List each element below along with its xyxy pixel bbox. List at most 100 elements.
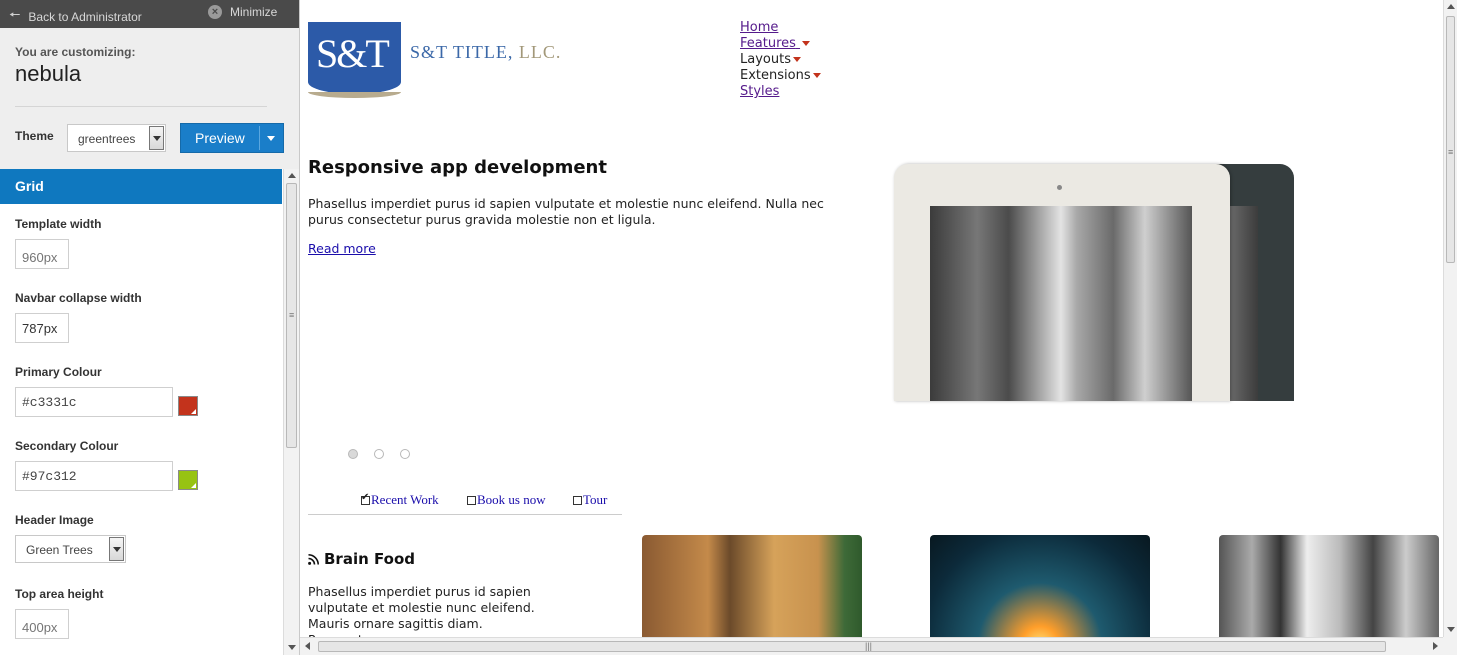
brain-food-label: Brain Food	[324, 550, 415, 568]
theme-label: Theme	[15, 129, 54, 143]
grid-section-header[interactable]: Grid	[0, 169, 282, 204]
close-circle-icon: ×	[208, 5, 222, 19]
tabs-divider	[308, 514, 622, 515]
top-area-height-input[interactable]	[15, 609, 69, 639]
sidebar-scrollbar[interactable]: ≡	[283, 169, 299, 655]
hero-title: Responsive app development	[308, 157, 607, 178]
grip-icon: ≡	[289, 310, 295, 320]
scroll-up-icon[interactable]	[1447, 4, 1455, 9]
site-logo[interactable]: S&T	[308, 22, 401, 98]
scrollbar-thumb[interactable]: ≡	[286, 183, 297, 448]
nav-item-layouts[interactable]: Layouts	[740, 52, 821, 68]
template-width-input[interactable]	[15, 239, 69, 269]
minimize-label: Minimize	[230, 5, 278, 19]
scroll-down-icon[interactable]	[1447, 627, 1455, 632]
nav-label: Extensions	[740, 68, 811, 83]
navbar-collapse-label: Navbar collapse width	[15, 291, 142, 305]
theme-select-value: greentrees	[78, 132, 136, 146]
nav-item-extensions[interactable]: Extensions	[740, 68, 821, 84]
nav-label: Layouts	[740, 52, 791, 67]
tablet-mockup-image	[894, 164, 1294, 401]
logo-band	[308, 92, 401, 98]
nav-item-styles[interactable]: Styles	[740, 84, 821, 100]
arrow-left-icon: 🠔	[9, 7, 21, 22]
company-name-main: S&T TITLE,	[410, 42, 514, 62]
button-divider	[259, 126, 260, 150]
customizing-label: You are customizing:	[15, 45, 136, 59]
preview-button[interactable]: Preview	[180, 123, 284, 153]
customizing-info: You are customizing: nebula	[0, 28, 299, 107]
template-name: nebula	[15, 61, 82, 86]
company-name: S&T TITLE, LLC.	[410, 42, 561, 63]
preview-horizontal-scrollbar[interactable]: |||	[300, 637, 1443, 655]
logo-monogram: S&T	[316, 31, 390, 76]
grip-icon: |||	[865, 641, 873, 651]
scrollbar-corner	[1443, 637, 1457, 655]
primary-colour-swatch[interactable]	[178, 396, 198, 416]
divider	[15, 106, 267, 107]
chevron-down-icon[interactable]	[109, 537, 124, 561]
scroll-right-icon[interactable]	[1433, 642, 1438, 650]
back-to-admin-link[interactable]: 🠔 Back to Administrator	[9, 6, 142, 28]
header-image-value: Green Trees	[26, 543, 93, 557]
back-label: Back to Administrator	[28, 10, 142, 24]
secondary-colour-input[interactable]: #97c312	[15, 461, 173, 491]
tab-recent-work[interactable]: Recent Work	[361, 492, 439, 508]
checkbox-checked-icon	[361, 492, 370, 505]
scroll-down-icon[interactable]	[288, 645, 296, 650]
sidebar-topbar: 🠔 Back to Administrator × Minimize	[0, 0, 299, 28]
hero-text: Phasellus imperdiet purus id sapien vulp…	[308, 196, 824, 227]
settings-panel: Grid Template width Navbar collapse widt…	[0, 169, 299, 655]
main-nav: Home Features Layouts Extensions Styles	[740, 20, 821, 100]
tab-label: Book us now	[477, 492, 546, 507]
navbar-collapse-input[interactable]: 787px	[15, 313, 69, 343]
tab-book-us-now[interactable]: Book us now	[467, 492, 546, 508]
top-area-height-label: Top area height	[15, 587, 104, 601]
theme-select[interactable]: greentrees	[67, 124, 166, 152]
brain-food-text: Phasellus imperdiet purus id sapien vulp…	[308, 584, 535, 637]
scroll-left-icon[interactable]	[305, 642, 310, 650]
slider-dot[interactable]	[400, 449, 410, 459]
rss-icon	[308, 553, 319, 565]
read-more-link[interactable]: Read more	[308, 241, 376, 256]
chevron-down-icon[interactable]	[149, 126, 164, 150]
preview-vertical-scrollbar[interactable]: ≡	[1443, 0, 1457, 637]
header-image-label: Header Image	[15, 513, 94, 527]
tablet-screen-photo	[930, 206, 1192, 401]
tablet-front	[894, 164, 1230, 401]
nav-item-features[interactable]: Features	[740, 36, 821, 52]
slider-dot[interactable]	[348, 449, 358, 459]
checkbox-icon	[573, 495, 582, 505]
header-image-select[interactable]: Green Trees	[15, 535, 126, 563]
tablet-back-screen	[1230, 206, 1258, 401]
nav-item-home[interactable]: Home	[740, 20, 821, 36]
grip-icon: ≡	[1448, 147, 1454, 157]
tab-tour[interactable]: Tour	[573, 492, 607, 508]
gallery-image-street-bw[interactable]	[1219, 535, 1439, 637]
tab-label: Tour	[583, 492, 608, 507]
checkbox-icon	[467, 495, 476, 505]
nav-label: Features	[740, 36, 796, 51]
scrollbar-thumb[interactable]: ≡	[1446, 16, 1455, 263]
slider-dot[interactable]	[374, 449, 384, 459]
gallery-image-street[interactable]	[642, 535, 862, 637]
template-width-label: Template width	[15, 217, 102, 231]
secondary-colour-label: Secondary Colour	[15, 439, 119, 453]
tab-label: Recent Work	[371, 492, 439, 507]
caret-down-icon[interactable]	[267, 136, 275, 141]
theme-row: Theme greentrees Preview	[15, 123, 285, 153]
primary-colour-input[interactable]: #c3331c	[15, 387, 173, 417]
caret-down-icon	[792, 57, 801, 62]
scroll-up-icon[interactable]	[288, 173, 296, 178]
gallery-image-sunrise[interactable]	[930, 535, 1150, 637]
brain-food-title: Brain Food	[308, 550, 415, 568]
company-suffix: LLC.	[513, 42, 562, 62]
scrollbar-thumb[interactable]: |||	[318, 641, 1386, 652]
secondary-colour-swatch[interactable]	[178, 470, 198, 490]
minimize-button[interactable]: × Minimize	[208, 5, 277, 19]
site-preview: S&T S&T TITLE, LLC. Home Features Layout…	[300, 0, 1443, 637]
caret-down-icon	[812, 73, 821, 78]
section-title: Grid	[15, 178, 44, 194]
preview-label: Preview	[195, 130, 245, 146]
camera-icon	[1057, 185, 1062, 190]
